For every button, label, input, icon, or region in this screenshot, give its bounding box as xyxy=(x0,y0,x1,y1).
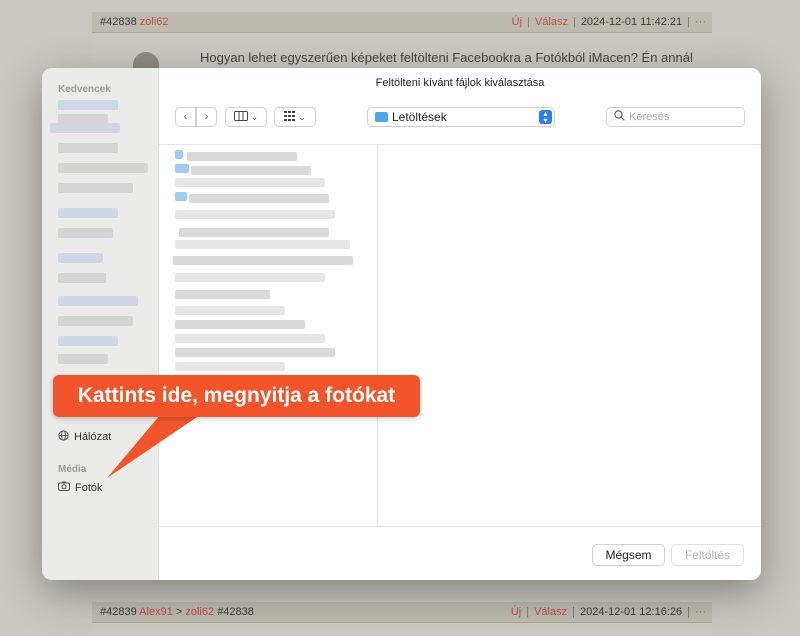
callout-annotation: Kattints ide, megnyitja a fotókat xyxy=(53,375,420,417)
callout-arrow xyxy=(107,415,200,478)
